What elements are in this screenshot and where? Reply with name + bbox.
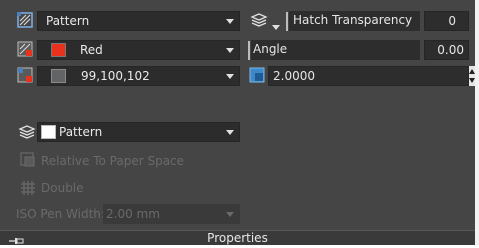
angle-label: Angle: [253, 42, 288, 56]
properties-panel: Pattern Hatch Transparency 0 Red Angle 0…: [0, 0, 475, 245]
hatch-transparency-label: Hatch Transparency: [293, 13, 413, 27]
hatch-transparency-value: 0: [448, 14, 456, 28]
background-color-value: 99,100,102: [81, 69, 150, 83]
angle-input[interactable]: 0.00: [424, 40, 469, 60]
hatch-color-dropdown[interactable]: Red: [37, 40, 240, 60]
transparency-slider-handle[interactable]: [286, 12, 288, 31]
angle-value: 0.00: [437, 43, 464, 57]
iso-pen-width-dropdown[interactable]: 2.00 mm: [103, 204, 240, 224]
chevron-down-icon: [226, 48, 234, 53]
panel-title-bar: Properties: [0, 230, 475, 245]
chevron-down-icon: [226, 19, 234, 24]
background-color-swatch: [51, 69, 66, 83]
scale-input[interactable]: 2.0000: [268, 66, 469, 86]
iso-pen-width-value: 2.00 mm: [106, 207, 160, 221]
relative-to-paper-space-icon[interactable]: [20, 152, 36, 168]
angle-slider-handle[interactable]: [248, 41, 250, 60]
hatch-transparency-label-field: Hatch Transparency: [289, 11, 420, 31]
chevron-down-icon: [226, 212, 234, 217]
hatch-color-value: Red: [80, 43, 103, 57]
hatch-type-dropdown[interactable]: Pattern: [37, 11, 240, 31]
pattern-icon: [18, 124, 36, 140]
double-label: Double: [41, 181, 84, 195]
panel-edge: [475, 0, 479, 245]
pattern-value: Pattern: [59, 125, 103, 139]
hatch-color-icon: [17, 41, 33, 57]
layers-icon: [250, 12, 268, 28]
background-color-dropdown[interactable]: 99,100,102: [37, 66, 240, 86]
chevron-down-icon: [226, 74, 234, 79]
chevron-down-icon: [226, 130, 234, 135]
background-color-icon: [17, 67, 33, 83]
transparency-menu-arrow-icon[interactable]: [272, 19, 280, 30]
hatch-type-value: Pattern: [46, 14, 90, 28]
scale-value: 2.0000: [273, 69, 315, 83]
hatch-transparency-input[interactable]: 0: [424, 11, 469, 31]
angle-label-field: Angle: [251, 40, 420, 60]
scale-icon: [249, 67, 265, 83]
iso-pen-width-label: ISO Pen Width:: [16, 207, 105, 221]
relative-to-paper-space-label: Relative To Paper Space: [41, 154, 185, 168]
pattern-dropdown[interactable]: Pattern: [37, 122, 240, 142]
panel-title: Properties: [207, 231, 268, 245]
hatch-type-icon: [17, 12, 33, 28]
pattern-swatch: [41, 125, 56, 139]
red-swatch: [51, 43, 66, 57]
double-hatch-icon[interactable]: [20, 180, 36, 196]
